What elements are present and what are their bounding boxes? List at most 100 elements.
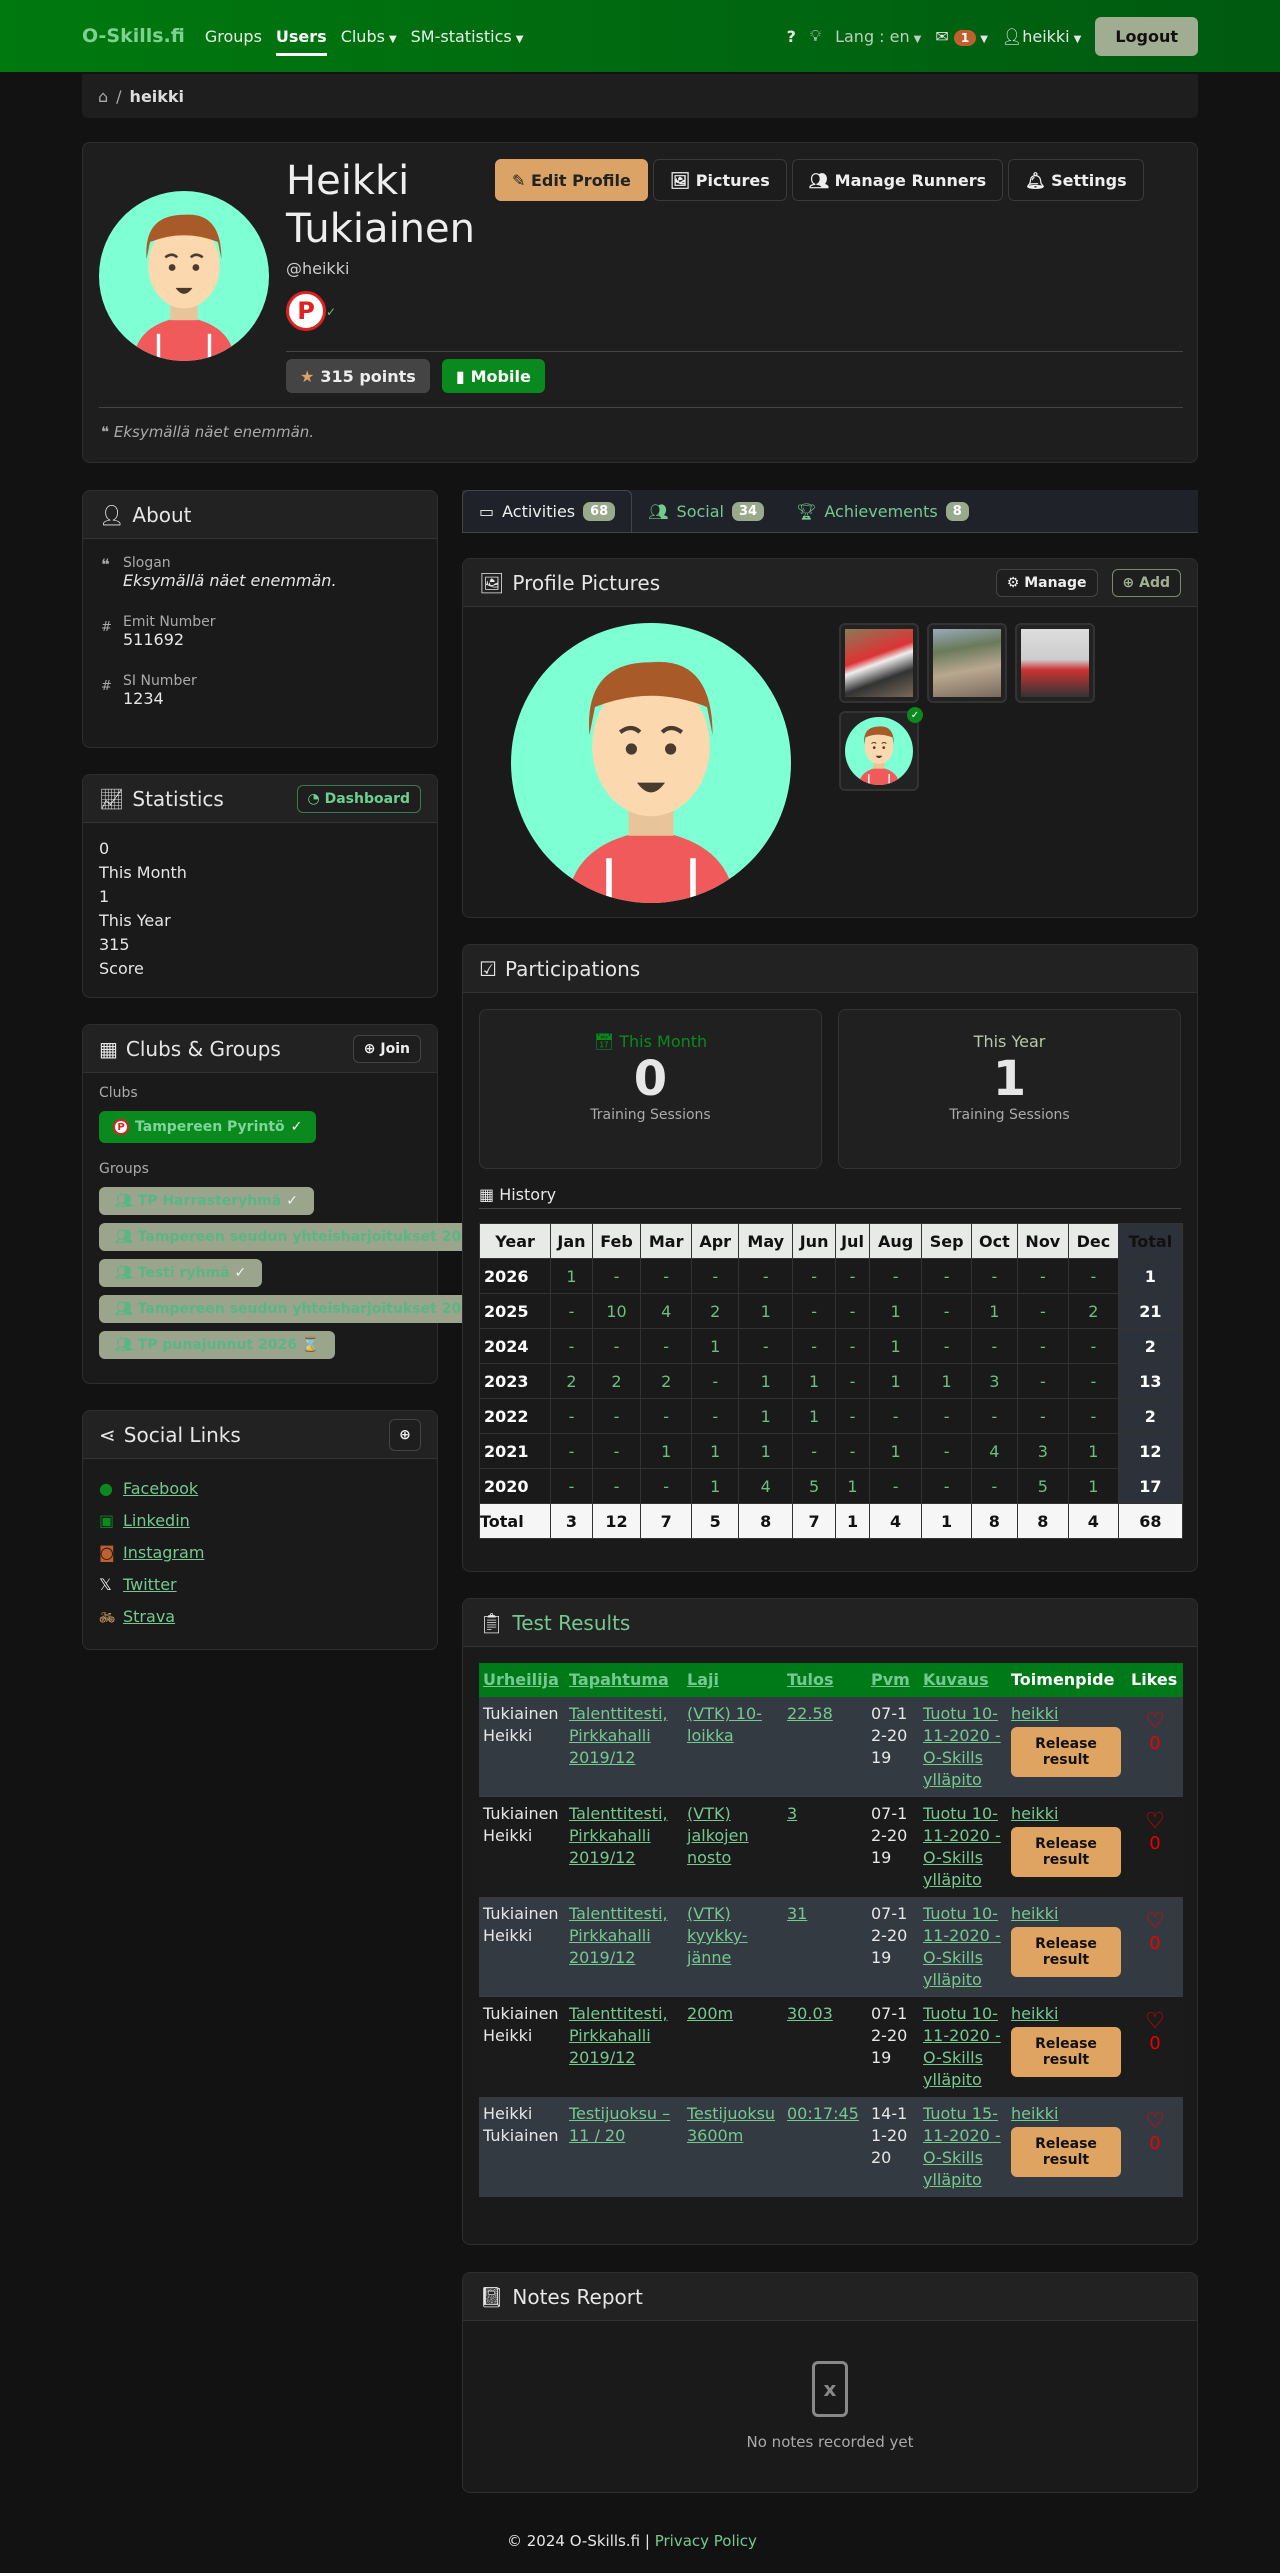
result-link[interactable]: 00:17:45	[787, 2104, 859, 2123]
history-cell: 1	[738, 1293, 794, 1329]
test-header-cell[interactable]: Urheilija	[479, 1663, 565, 1697]
club-logo[interactable]: P ✓	[286, 291, 336, 331]
add-social-link-button[interactable]: ⊕	[389, 1418, 421, 1451]
result-link[interactable]: 22.58	[787, 1704, 833, 1723]
release-result-button[interactable]: Release result	[1011, 1727, 1121, 1777]
heart-icon[interactable]: ♡	[1131, 2011, 1179, 2033]
edit-profile-button[interactable]: ✎ Edit Profile	[495, 159, 648, 201]
sort-link[interactable]: Pvm	[871, 1670, 910, 1689]
user-dropdown[interactable]: 👤︎heikki ▼	[1002, 27, 1081, 46]
description-link[interactable]: Tuotu 10-11-2020 - O-Skills ylläpito	[923, 1704, 1001, 1789]
sort-link[interactable]: Tapahtuma	[569, 1670, 669, 1689]
owner-link[interactable]: heikki	[1011, 1704, 1058, 1723]
test-header-cell[interactable]: Pvm	[867, 1663, 919, 1697]
picture-thumbnail[interactable]	[1015, 623, 1095, 703]
twitter-link[interactable]: Twitter	[123, 1575, 177, 1594]
test-header-cell[interactable]: Kuvaus	[919, 1663, 1007, 1697]
tab-social[interactable]: 👥︎ Social 34	[632, 490, 780, 532]
group-badge[interactable]: 👥︎ Tampereen seudun yhteisharjoitukset 2…	[99, 1295, 514, 1323]
owner-link[interactable]: heikki	[1011, 1904, 1058, 1923]
sort-link[interactable]: Urheilija	[483, 1670, 559, 1689]
result-link[interactable]: 31	[787, 1904, 807, 1923]
nav-sm-statistics[interactable]: SM-statistics ▼	[411, 27, 524, 46]
history-cell: 2021	[478, 1433, 552, 1469]
heart-icon[interactable]: ♡	[1131, 1911, 1179, 1933]
discipline-link[interactable]: (VTK) jalkojen nosto	[687, 1804, 749, 1867]
release-result-button[interactable]: Release result	[1011, 1827, 1121, 1877]
release-result-button[interactable]: Release result	[1011, 2027, 1121, 2077]
group-badge[interactable]: 👥︎ Testi ryhmä ✓	[99, 1259, 263, 1287]
manage-runners-button[interactable]: 👥︎ Manage Runners	[791, 159, 1004, 201]
heart-icon[interactable]: ♡	[1131, 2111, 1179, 2133]
event-link[interactable]: Talenttitesti, Pirkkahalli 2019/12	[569, 2004, 668, 2067]
result-link[interactable]: 3	[787, 1804, 797, 1823]
test-header-cell[interactable]: Tulos	[783, 1663, 867, 1697]
history-title: History	[499, 1185, 557, 1204]
heart-icon[interactable]: ♡	[1131, 1811, 1179, 1833]
group-badge[interactable]: 👥︎ TP Harrasteryhmä ✓	[99, 1187, 314, 1215]
hash-icon: #	[101, 679, 112, 694]
discipline-link[interactable]: (VTK) 10-loikka	[687, 1704, 762, 1745]
description-link[interactable]: Tuotu 10-11-2020 - O-Skills ylläpito	[923, 2004, 1001, 2089]
facebook-link[interactable]: Facebook	[123, 1479, 198, 1498]
nav-users[interactable]: Users	[275, 27, 327, 56]
brand-logo[interactable]: O-Skills.fi	[82, 25, 185, 47]
dashboard-button[interactable]: ◔ Dashboard	[296, 784, 421, 813]
settings-button[interactable]: 🔔︎ Settings	[1008, 159, 1144, 201]
owner-link[interactable]: heikki	[1011, 1804, 1058, 1823]
strava-link[interactable]: Strava	[123, 1607, 175, 1626]
event-link[interactable]: Testijuoksu – 11 / 20	[569, 2104, 670, 2145]
event-link[interactable]: Talenttitesti, Pirkkahalli 2019/12	[569, 1704, 668, 1767]
sort-link[interactable]: Tulos	[787, 1670, 834, 1689]
history-total-cell: 5	[691, 1503, 740, 1539]
group-badge[interactable]: 👥︎ TP punajunnut 2026 ⌛	[99, 1331, 336, 1359]
tab-activities[interactable]: ▭ Activities 68	[462, 490, 633, 532]
sort-link[interactable]: Laji	[687, 1670, 719, 1689]
description-link[interactable]: Tuotu 15-11-2020 - O-Skills ylläpito	[923, 2104, 1001, 2189]
picture-thumbnail[interactable]	[927, 623, 1007, 703]
home-icon[interactable]: ⌂	[98, 87, 108, 106]
privacy-policy-link[interactable]: Privacy Policy	[655, 2532, 757, 2550]
history-cell: 1	[691, 1433, 740, 1469]
result-link[interactable]: 30.03	[787, 2004, 833, 2023]
groups-label: Groups	[99, 1161, 149, 1177]
messages-dropdown[interactable]: ✉ 1 ▼	[935, 27, 988, 46]
manage-pictures-button[interactable]: ⚙ Manage	[995, 568, 1098, 597]
instagram-link[interactable]: Instagram	[123, 1543, 204, 1562]
tab-achievements[interactable]: 🏆︎ Achievements 8	[780, 490, 985, 532]
lightbulb-icon[interactable]: 💡︎	[810, 26, 821, 46]
nav-groups[interactable]: Groups	[205, 27, 262, 46]
history-cell: 2022	[478, 1398, 552, 1434]
event-link[interactable]: Talenttitesti, Pirkkahalli 2019/12	[569, 1804, 668, 1867]
year-value: 1	[992, 1051, 1027, 1107]
history-header-cell: Dec	[1068, 1223, 1119, 1259]
test-header-cell[interactable]: Laji	[683, 1663, 783, 1697]
discipline-link[interactable]: 200m	[687, 2004, 733, 2023]
release-result-button[interactable]: Release result	[1011, 1927, 1121, 1977]
description-link[interactable]: Tuotu 10-11-2020 - O-Skills ylläpito	[923, 1904, 1001, 1989]
nav-clubs[interactable]: Clubs ▼	[341, 27, 397, 46]
description-link[interactable]: Tuotu 10-11-2020 - O-Skills ylläpito	[923, 1804, 1001, 1889]
picture-thumbnail-selected[interactable]: ✓	[839, 707, 923, 791]
picture-thumbnail[interactable]	[839, 623, 919, 703]
club-badge[interactable]: P Tampereen Pyrintö ✓	[99, 1111, 317, 1143]
likes-count: 0	[1149, 1933, 1161, 1954]
discipline-link[interactable]: (VTK) kyykky-jänne	[687, 1904, 748, 1967]
heart-icon[interactable]: ♡	[1131, 1711, 1179, 1733]
sort-link[interactable]: Kuvaus	[923, 1670, 989, 1689]
test-header-cell[interactable]: Tapahtuma	[565, 1663, 683, 1697]
add-picture-button[interactable]: ⊕ Add	[1111, 568, 1181, 597]
join-button[interactable]: ⊕ Join	[352, 1034, 421, 1063]
language-dropdown[interactable]: Lang : en ▼	[835, 27, 921, 46]
history-total-cell: Total	[478, 1503, 552, 1539]
release-result-button[interactable]: Release result	[1011, 2127, 1121, 2177]
logout-button[interactable]: Logout	[1095, 16, 1198, 56]
owner-link[interactable]: heikki	[1011, 2104, 1058, 2123]
help-icon[interactable]: ?	[787, 27, 796, 46]
event-link[interactable]: Talenttitesti, Pirkkahalli 2019/12	[569, 1904, 668, 1967]
linkedin-link[interactable]: Linkedin	[123, 1511, 190, 1530]
group-badge[interactable]: 👥︎ Tampereen seudun yhteisharjoitukset 2…	[99, 1223, 514, 1251]
pictures-button[interactable]: 🖼︎ Pictures	[652, 159, 787, 201]
discipline-link[interactable]: Testijuoksu 3600m	[687, 2104, 775, 2145]
owner-link[interactable]: heikki	[1011, 2004, 1058, 2023]
